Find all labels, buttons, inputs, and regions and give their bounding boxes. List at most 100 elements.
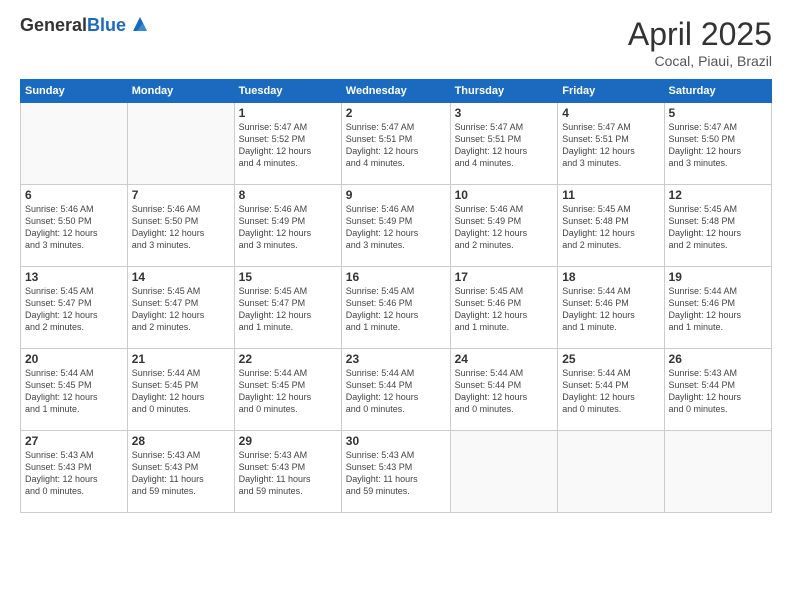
- table-row: [21, 103, 128, 185]
- cell-content: Sunrise: 5:44 AM Sunset: 5:45 PM Dayligh…: [25, 367, 123, 416]
- col-sunday: Sunday: [21, 80, 128, 103]
- calendar-header-row: Sunday Monday Tuesday Wednesday Thursday…: [21, 80, 772, 103]
- table-row: 20Sunrise: 5:44 AM Sunset: 5:45 PM Dayli…: [21, 349, 128, 431]
- day-number: 30: [346, 434, 446, 448]
- table-row: 21Sunrise: 5:44 AM Sunset: 5:45 PM Dayli…: [127, 349, 234, 431]
- day-number: 21: [132, 352, 230, 366]
- calendar-table: Sunday Monday Tuesday Wednesday Thursday…: [20, 79, 772, 513]
- day-number: 23: [346, 352, 446, 366]
- day-number: 13: [25, 270, 123, 284]
- logo-general-text: General: [20, 15, 87, 35]
- day-number: 27: [25, 434, 123, 448]
- table-row: [450, 431, 558, 513]
- cell-content: Sunrise: 5:46 AM Sunset: 5:50 PM Dayligh…: [25, 203, 123, 252]
- table-row: 22Sunrise: 5:44 AM Sunset: 5:45 PM Dayli…: [234, 349, 341, 431]
- table-row: 9Sunrise: 5:46 AM Sunset: 5:49 PM Daylig…: [341, 185, 450, 267]
- location-text: Cocal, Piaui, Brazil: [628, 53, 772, 69]
- table-row: 3Sunrise: 5:47 AM Sunset: 5:51 PM Daylig…: [450, 103, 558, 185]
- table-row: 19Sunrise: 5:44 AM Sunset: 5:46 PM Dayli…: [664, 267, 771, 349]
- cell-content: Sunrise: 5:45 AM Sunset: 5:47 PM Dayligh…: [239, 285, 337, 334]
- table-row: 23Sunrise: 5:44 AM Sunset: 5:44 PM Dayli…: [341, 349, 450, 431]
- cell-content: Sunrise: 5:43 AM Sunset: 5:43 PM Dayligh…: [346, 449, 446, 498]
- table-row: 29Sunrise: 5:43 AM Sunset: 5:43 PM Dayli…: [234, 431, 341, 513]
- table-row: [558, 431, 664, 513]
- title-block: April 2025 Cocal, Piaui, Brazil: [628, 16, 772, 69]
- cell-content: Sunrise: 5:47 AM Sunset: 5:52 PM Dayligh…: [239, 121, 337, 170]
- day-number: 3: [455, 106, 554, 120]
- col-thursday: Thursday: [450, 80, 558, 103]
- table-row: 25Sunrise: 5:44 AM Sunset: 5:44 PM Dayli…: [558, 349, 664, 431]
- cell-content: Sunrise: 5:46 AM Sunset: 5:49 PM Dayligh…: [346, 203, 446, 252]
- day-number: 20: [25, 352, 123, 366]
- day-number: 29: [239, 434, 337, 448]
- cell-content: Sunrise: 5:47 AM Sunset: 5:51 PM Dayligh…: [455, 121, 554, 170]
- col-wednesday: Wednesday: [341, 80, 450, 103]
- day-number: 4: [562, 106, 659, 120]
- table-row: [664, 431, 771, 513]
- day-number: 1: [239, 106, 337, 120]
- day-number: 28: [132, 434, 230, 448]
- day-number: 8: [239, 188, 337, 202]
- table-row: 16Sunrise: 5:45 AM Sunset: 5:46 PM Dayli…: [341, 267, 450, 349]
- cell-content: Sunrise: 5:44 AM Sunset: 5:46 PM Dayligh…: [669, 285, 767, 334]
- cell-content: Sunrise: 5:43 AM Sunset: 5:43 PM Dayligh…: [25, 449, 123, 498]
- cell-content: Sunrise: 5:45 AM Sunset: 5:47 PM Dayligh…: [132, 285, 230, 334]
- logo-blue-text: Blue: [87, 15, 126, 35]
- table-row: 15Sunrise: 5:45 AM Sunset: 5:47 PM Dayli…: [234, 267, 341, 349]
- table-row: 1Sunrise: 5:47 AM Sunset: 5:52 PM Daylig…: [234, 103, 341, 185]
- table-row: [127, 103, 234, 185]
- calendar-week-row: 20Sunrise: 5:44 AM Sunset: 5:45 PM Dayli…: [21, 349, 772, 431]
- calendar-week-row: 1Sunrise: 5:47 AM Sunset: 5:52 PM Daylig…: [21, 103, 772, 185]
- table-row: 26Sunrise: 5:43 AM Sunset: 5:44 PM Dayli…: [664, 349, 771, 431]
- cell-content: Sunrise: 5:45 AM Sunset: 5:47 PM Dayligh…: [25, 285, 123, 334]
- cell-content: Sunrise: 5:45 AM Sunset: 5:48 PM Dayligh…: [562, 203, 659, 252]
- calendar-week-row: 27Sunrise: 5:43 AM Sunset: 5:43 PM Dayli…: [21, 431, 772, 513]
- table-row: 7Sunrise: 5:46 AM Sunset: 5:50 PM Daylig…: [127, 185, 234, 267]
- day-number: 14: [132, 270, 230, 284]
- day-number: 11: [562, 188, 659, 202]
- calendar-week-row: 13Sunrise: 5:45 AM Sunset: 5:47 PM Dayli…: [21, 267, 772, 349]
- col-friday: Friday: [558, 80, 664, 103]
- day-number: 26: [669, 352, 767, 366]
- cell-content: Sunrise: 5:43 AM Sunset: 5:43 PM Dayligh…: [239, 449, 337, 498]
- calendar-week-row: 6Sunrise: 5:46 AM Sunset: 5:50 PM Daylig…: [21, 185, 772, 267]
- day-number: 19: [669, 270, 767, 284]
- cell-content: Sunrise: 5:43 AM Sunset: 5:43 PM Dayligh…: [132, 449, 230, 498]
- day-number: 9: [346, 188, 446, 202]
- cell-content: Sunrise: 5:44 AM Sunset: 5:46 PM Dayligh…: [562, 285, 659, 334]
- table-row: 30Sunrise: 5:43 AM Sunset: 5:43 PM Dayli…: [341, 431, 450, 513]
- day-number: 16: [346, 270, 446, 284]
- day-number: 10: [455, 188, 554, 202]
- table-row: 12Sunrise: 5:45 AM Sunset: 5:48 PM Dayli…: [664, 185, 771, 267]
- cell-content: Sunrise: 5:44 AM Sunset: 5:44 PM Dayligh…: [346, 367, 446, 416]
- cell-content: Sunrise: 5:44 AM Sunset: 5:45 PM Dayligh…: [132, 367, 230, 416]
- day-number: 12: [669, 188, 767, 202]
- table-row: 17Sunrise: 5:45 AM Sunset: 5:46 PM Dayli…: [450, 267, 558, 349]
- day-number: 17: [455, 270, 554, 284]
- logo-icon: [129, 13, 151, 35]
- cell-content: Sunrise: 5:46 AM Sunset: 5:49 PM Dayligh…: [239, 203, 337, 252]
- table-row: 6Sunrise: 5:46 AM Sunset: 5:50 PM Daylig…: [21, 185, 128, 267]
- day-number: 5: [669, 106, 767, 120]
- col-saturday: Saturday: [664, 80, 771, 103]
- cell-content: Sunrise: 5:44 AM Sunset: 5:44 PM Dayligh…: [455, 367, 554, 416]
- table-row: 24Sunrise: 5:44 AM Sunset: 5:44 PM Dayli…: [450, 349, 558, 431]
- table-row: 4Sunrise: 5:47 AM Sunset: 5:51 PM Daylig…: [558, 103, 664, 185]
- cell-content: Sunrise: 5:44 AM Sunset: 5:44 PM Dayligh…: [562, 367, 659, 416]
- cell-content: Sunrise: 5:47 AM Sunset: 5:51 PM Dayligh…: [346, 121, 446, 170]
- table-row: 11Sunrise: 5:45 AM Sunset: 5:48 PM Dayli…: [558, 185, 664, 267]
- table-row: 5Sunrise: 5:47 AM Sunset: 5:50 PM Daylig…: [664, 103, 771, 185]
- day-number: 15: [239, 270, 337, 284]
- cell-content: Sunrise: 5:46 AM Sunset: 5:49 PM Dayligh…: [455, 203, 554, 252]
- table-row: 28Sunrise: 5:43 AM Sunset: 5:43 PM Dayli…: [127, 431, 234, 513]
- table-row: 10Sunrise: 5:46 AM Sunset: 5:49 PM Dayli…: [450, 185, 558, 267]
- day-number: 7: [132, 188, 230, 202]
- logo: GeneralBlue: [20, 16, 151, 36]
- day-number: 22: [239, 352, 337, 366]
- day-number: 25: [562, 352, 659, 366]
- cell-content: Sunrise: 5:45 AM Sunset: 5:46 PM Dayligh…: [346, 285, 446, 334]
- table-row: 27Sunrise: 5:43 AM Sunset: 5:43 PM Dayli…: [21, 431, 128, 513]
- month-year-title: April 2025: [628, 16, 772, 53]
- table-row: 18Sunrise: 5:44 AM Sunset: 5:46 PM Dayli…: [558, 267, 664, 349]
- cell-content: Sunrise: 5:46 AM Sunset: 5:50 PM Dayligh…: [132, 203, 230, 252]
